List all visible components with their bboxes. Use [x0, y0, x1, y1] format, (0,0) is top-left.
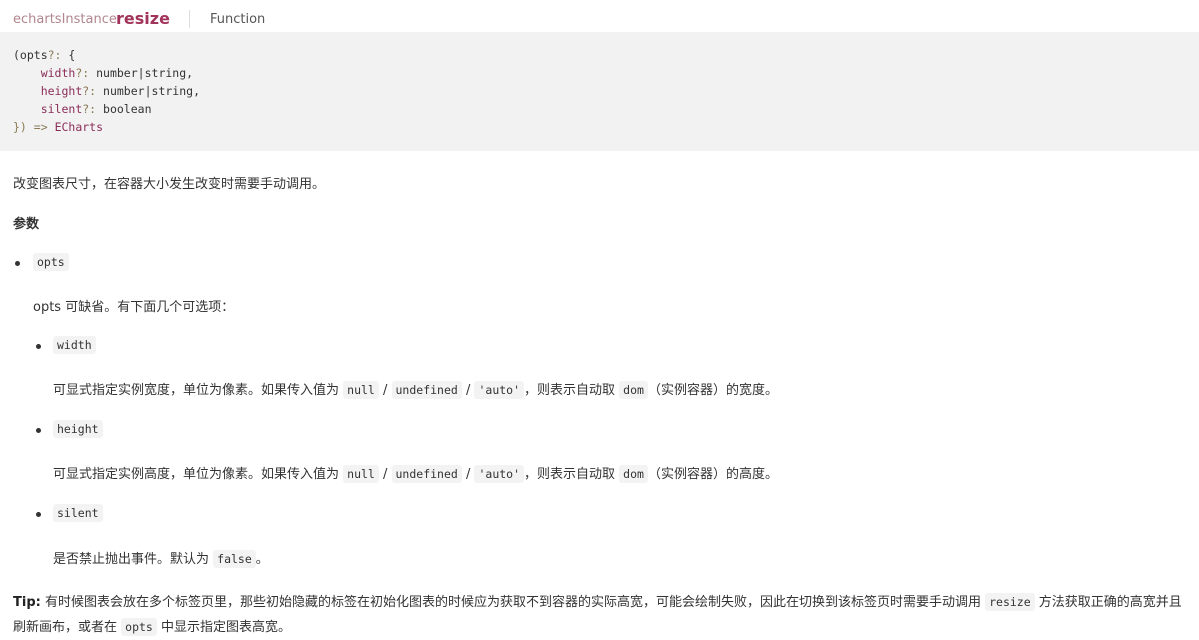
code-auto: 'auto': [474, 465, 525, 483]
params-title: 参数: [13, 217, 40, 232]
silent-desc-text-2: 。: [255, 552, 269, 567]
bullet-silent: [36, 512, 41, 517]
bullet-opts: [15, 261, 20, 266]
sig-open: (opts: [13, 48, 48, 62]
code-width: width: [53, 336, 96, 354]
code-undefined: undefined: [391, 381, 462, 399]
description: 改变图表尺寸，在容器大小发生改变时需要手动调用。: [13, 177, 326, 192]
sig-height-pipe: |: [144, 84, 152, 98]
code-false: false: [213, 550, 256, 568]
sig-height-end: ,: [193, 84, 200, 98]
sig-width-key: width: [40, 66, 76, 80]
sig-width-end: ,: [186, 66, 194, 80]
header-divider: [189, 10, 190, 28]
bullet-height: [36, 428, 41, 433]
silent-desc-text-1: 是否禁止抛出事件。默认为: [53, 552, 214, 567]
sig-return: ECharts: [54, 120, 104, 134]
sep: /: [461, 383, 475, 398]
param-silent: silent: [53, 504, 103, 522]
sep: /: [378, 467, 392, 482]
tip-paragraph: Tip: 有时候图表会放在多个标签页里，那些初始隐藏的标签在初始化图表的时候应为…: [13, 590, 1193, 640]
sig-height-q: ?:: [82, 84, 97, 98]
param-opts: opts: [33, 253, 69, 271]
signature-block: (opts?: { width?: number|string, height?…: [0, 32, 1199, 151]
sig-width-pipe: |: [137, 66, 145, 80]
api-prefix: echartsInstance.: [13, 12, 121, 27]
sig-brace: {: [61, 48, 76, 62]
code-resize: resize: [985, 593, 1035, 611]
height-desc-text-1: 可显式指定实例高度，单位为像素。如果传入值为: [53, 467, 344, 482]
param-width: width: [53, 336, 96, 354]
tip-label: Tip:: [13, 595, 41, 610]
code-height: height: [53, 420, 103, 438]
code-opts: opts: [33, 253, 69, 271]
tip-text-3: 中显示指定图表高宽。: [156, 620, 291, 635]
param-height: height: [53, 420, 103, 438]
sig-arrow: =>: [26, 120, 55, 134]
code-undefined: undefined: [391, 465, 462, 483]
silent-desc: 是否禁止抛出事件。默认为 false。: [53, 548, 269, 568]
sig-silent-q: ?:: [82, 102, 97, 116]
sig-silent-key: silent: [40, 102, 83, 116]
sig-close: }): [13, 120, 27, 134]
api-name: resize: [116, 9, 170, 28]
sig-height-key: height: [40, 84, 83, 98]
sig-width-q: ?:: [75, 66, 90, 80]
code-opts-inline: opts: [121, 618, 157, 636]
code-null: null: [343, 381, 379, 399]
width-desc: 可显式指定实例宽度，单位为像素。如果传入值为 null / undefined …: [53, 379, 778, 399]
sig-width-type2: string: [144, 66, 187, 80]
width-desc-text-1: 可显式指定实例宽度，单位为像素。如果传入值为: [53, 383, 344, 398]
sig-height-type: number: [96, 84, 145, 98]
height-desc-text-2: ，则表示自动取: [524, 467, 620, 482]
sep: /: [378, 383, 392, 398]
signature-code: (opts?: { width?: number|string, height?…: [13, 46, 200, 136]
sep: /: [461, 467, 475, 482]
sig-height-type2: string: [151, 84, 194, 98]
height-desc-text-3: （实例容器）的高度。: [647, 467, 778, 482]
sig-silent-type: boolean: [96, 102, 152, 116]
code-dom: dom: [619, 465, 648, 483]
api-kind: Function: [210, 12, 266, 27]
api-header: echartsInstance. resize Function: [0, 0, 1199, 32]
width-desc-text-2: ，则表示自动取: [524, 383, 620, 398]
code-auto: 'auto': [474, 381, 525, 399]
code-null: null: [343, 465, 379, 483]
bullet-width: [36, 344, 41, 349]
sig-width-type: number: [89, 66, 138, 80]
tip-text-1: 有时候图表会放在多个标签页里，那些初始隐藏的标签在初始化图表的时候应为获取不到容…: [40, 595, 986, 610]
code-dom: dom: [619, 381, 648, 399]
width-desc-text-3: （实例容器）的宽度。: [647, 383, 778, 398]
opts-desc: opts 可缺省。有下面几个可选项：: [33, 300, 235, 315]
code-silent: silent: [53, 504, 103, 522]
height-desc: 可显式指定实例高度，单位为像素。如果传入值为 null / undefined …: [53, 463, 778, 483]
sig-q: ?:: [47, 48, 62, 62]
